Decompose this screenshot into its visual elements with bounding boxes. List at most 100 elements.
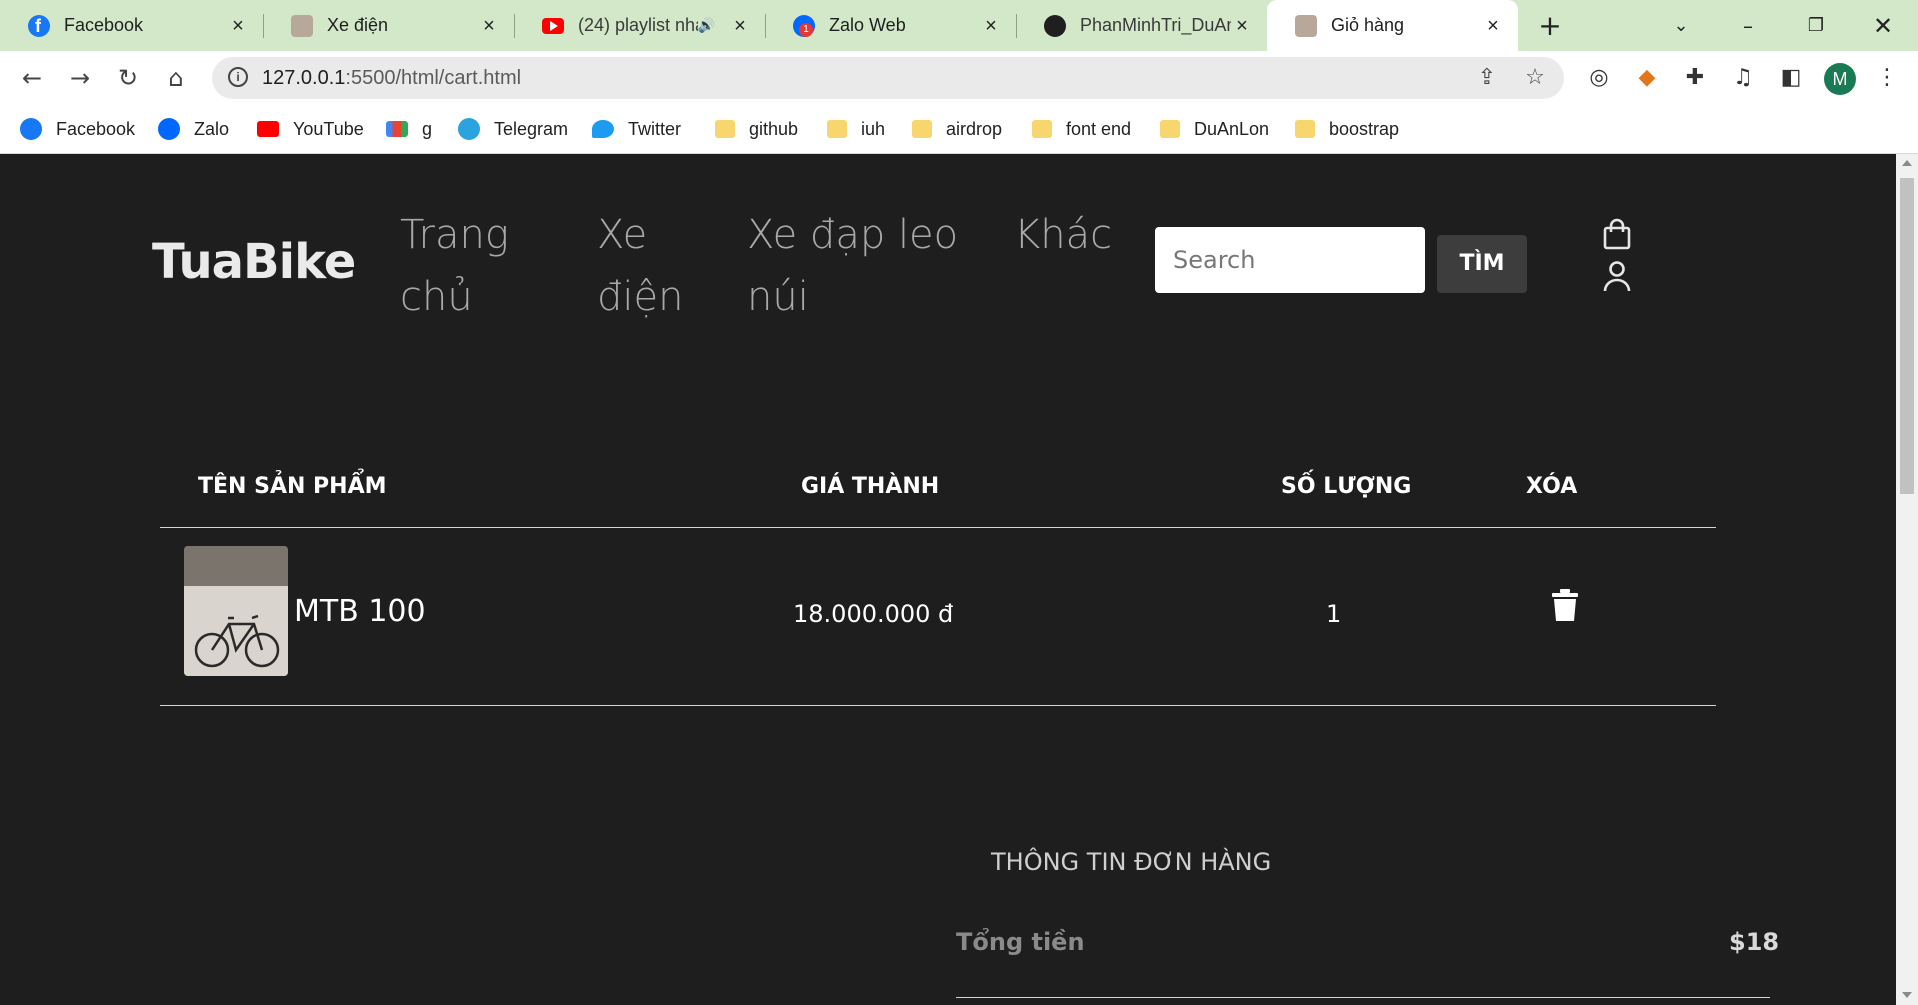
bookmark-label: Facebook <box>56 118 136 139</box>
bookmarks-bar: Facebook Zalo YouTube g Telegram Twitter… <box>0 105 1918 154</box>
close-icon[interactable]: × <box>980 15 1002 37</box>
extensions-puzzle-icon[interactable]: ✚ <box>1680 63 1710 93</box>
bookmark-label: g <box>422 118 433 139</box>
page-scrollbar[interactable] <box>1896 154 1918 1005</box>
speaker-icon[interactable]: 🔊 <box>698 17 715 34</box>
bookmark-gmail[interactable]: g <box>386 105 432 153</box>
close-icon[interactable]: × <box>478 15 500 37</box>
folder-icon <box>1160 120 1180 138</box>
order-summary-title: THÔNG TIN ĐƠN HÀNG <box>991 848 1272 876</box>
browser-toolbar: ← → ↻ ⌂ i 127.0.0.1:5500/html/cart.html … <box>0 51 1918 105</box>
address-bar[interactable]: i 127.0.0.1:5500/html/cart.html ⇪ ☆ <box>212 57 1564 99</box>
table-divider <box>160 705 1716 706</box>
minimize-icon[interactable]: – <box>1731 9 1765 43</box>
user-icon[interactable] <box>1602 260 1632 292</box>
tab-title: (24) playlist nhạc <box>578 15 698 35</box>
header-product-name: TÊN SẢN PHẨM <box>198 474 387 499</box>
tab-title: Facebook <box>64 15 144 35</box>
bookmark-zalo[interactable]: Zalo <box>158 105 229 153</box>
nav-label: Xe đạp leo <box>747 212 959 258</box>
facebook-icon: f <box>28 14 50 37</box>
nav-xe-dap-leo-nui[interactable]: Xe đạp leo núi <box>747 204 958 328</box>
new-tab-button[interactable]: + <box>1533 9 1567 43</box>
scroll-down-icon[interactable] <box>1902 992 1912 998</box>
telegram-icon <box>458 118 480 140</box>
forward-icon[interactable]: → <box>63 61 97 95</box>
product-name[interactable]: MTB 100 <box>294 594 426 629</box>
folder-icon <box>1032 120 1052 138</box>
bookmark-telegram[interactable]: Telegram <box>458 105 568 153</box>
bookmark-label: Twitter <box>628 118 682 139</box>
twitter-icon <box>592 120 614 138</box>
tab-xe-dien[interactable]: Xe điện × <box>263 0 515 51</box>
bookmark-facebook[interactable]: Facebook <box>20 105 135 153</box>
close-icon[interactable]: × <box>729 15 751 37</box>
browser-tab-strip: f Facebook × Xe điện × (24) playlist nhạ… <box>0 0 1918 51</box>
back-icon[interactable]: ← <box>15 61 49 95</box>
folder-icon <box>827 120 847 138</box>
site-favicon-icon <box>291 14 313 37</box>
close-window-icon[interactable]: ✕ <box>1866 9 1900 43</box>
bookmark-folder-iuh[interactable]: iuh <box>827 105 885 153</box>
summary-divider <box>956 997 1770 998</box>
bookmark-label: font end <box>1066 118 1132 139</box>
bookmark-label: boostrap <box>1329 118 1400 139</box>
bookmark-folder-airdrop[interactable]: airdrop <box>912 105 1002 153</box>
bookmark-label: iuh <box>861 118 886 139</box>
site-logo[interactable]: TuaBike <box>152 234 356 290</box>
nav-khac[interactable]: Khác <box>1014 204 1112 266</box>
bookmark-star-icon[interactable]: ☆ <box>1522 65 1548 91</box>
bookmark-label: Zalo <box>194 118 230 139</box>
nav-label: Khác <box>1014 212 1113 258</box>
restore-icon[interactable]: ❐ <box>1799 9 1833 43</box>
search-input[interactable] <box>1155 227 1425 293</box>
trash-icon[interactable] <box>1551 588 1579 622</box>
total-value: $18 <box>1729 928 1780 956</box>
shopping-bag-icon[interactable] <box>1602 218 1632 250</box>
bookmark-label: airdrop <box>946 118 1003 139</box>
nav-label: Trang <box>400 212 509 258</box>
github-icon <box>1044 14 1066 37</box>
bookmark-folder-boostrap[interactable]: boostrap <box>1295 105 1399 153</box>
bookmark-youtube[interactable]: YouTube <box>257 105 364 153</box>
scrollbar-thumb[interactable] <box>1900 178 1914 494</box>
reload-icon[interactable]: ↻ <box>111 61 145 95</box>
close-icon[interactable]: × <box>1231 15 1253 37</box>
zalo-icon <box>158 118 180 140</box>
total-label: Tổng tiền <box>956 928 1085 956</box>
bookmark-twitter[interactable]: Twitter <box>592 105 681 153</box>
tab-zalo[interactable]: 1 Zalo Web × <box>765 0 1017 51</box>
folder-icon <box>1295 120 1315 138</box>
home-icon[interactable]: ⌂ <box>159 61 193 95</box>
bookmark-label: YouTube <box>293 118 364 139</box>
profile-avatar[interactable]: M <box>1824 63 1856 95</box>
bookmark-label: Telegram <box>494 118 569 139</box>
nav-trang-chu[interactable]: Trang chủ <box>400 204 509 328</box>
nav-xe-dien[interactable]: Xe điện <box>597 204 683 328</box>
table-divider <box>160 527 1716 528</box>
tab-youtube[interactable]: (24) playlist nhạc 🔊 × <box>514 0 766 51</box>
close-icon[interactable]: × <box>1482 15 1504 37</box>
bookmark-folder-github[interactable]: github <box>715 105 798 153</box>
tab-search-icon[interactable]: ⌄ <box>1664 9 1698 43</box>
site-info-icon[interactable]: i <box>228 67 248 87</box>
tab-title: Xe điện <box>327 15 389 35</box>
product-image[interactable] <box>184 546 288 676</box>
metamask-extension-icon[interactable]: ◆ <box>1632 63 1662 93</box>
scroll-up-icon[interactable] <box>1902 160 1912 166</box>
facebook-icon <box>20 118 42 140</box>
share-icon[interactable]: ⇪ <box>1474 65 1500 91</box>
search-button[interactable]: TÌM <box>1437 235 1527 293</box>
side-panel-icon[interactable]: ◧ <box>1776 63 1806 93</box>
bookmark-folder-duanlon[interactable]: DuAnLon <box>1160 105 1269 153</box>
url-path: :5500/html/cart.html <box>345 67 522 89</box>
compass-extension-icon[interactable]: ◎ <box>1584 63 1614 93</box>
tab-facebook[interactable]: f Facebook × <box>0 0 264 51</box>
menu-kebab-icon[interactable]: ⋮ <box>1872 63 1902 93</box>
media-control-icon[interactable]: ♫ <box>1728 63 1758 93</box>
tab-github[interactable]: PhanMinhTri_DuAnLon × <box>1016 0 1267 51</box>
close-icon[interactable]: × <box>227 15 249 37</box>
tab-gio-hang[interactable]: Giỏ hàng × <box>1267 0 1518 51</box>
product-quantity[interactable]: 1 <box>1326 600 1341 628</box>
bookmark-folder-font-end[interactable]: font end <box>1032 105 1131 153</box>
